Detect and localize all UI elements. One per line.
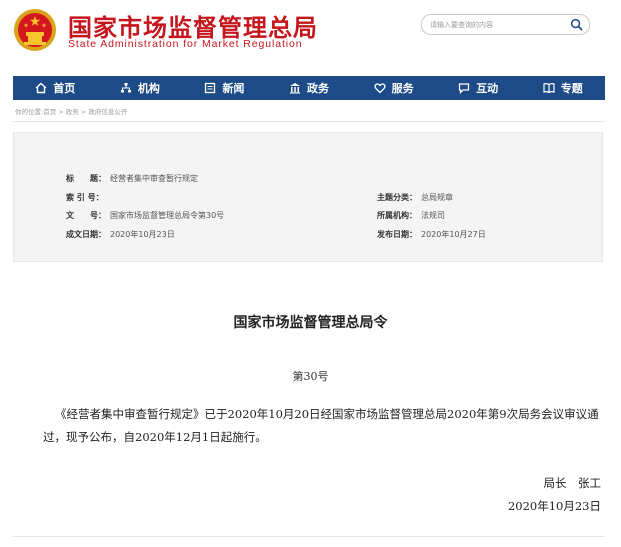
meta-label: 所属机构： bbox=[377, 211, 417, 220]
nav-item-home[interactable]: 首页 bbox=[13, 76, 98, 100]
search-input[interactable] bbox=[430, 17, 565, 32]
nav-item-government[interactable]: 政务 bbox=[267, 76, 352, 100]
org-chart-icon bbox=[120, 83, 131, 93]
meta-value: 国家市场监督管理总局令第30号 bbox=[110, 211, 225, 220]
meta-index: 索 引 号： bbox=[66, 192, 108, 203]
nav-item-label: 首页 bbox=[53, 82, 76, 95]
nav-item-label: 新闻 bbox=[222, 82, 245, 95]
document-date: 2020年10月23日 bbox=[507, 499, 601, 513]
chat-icon bbox=[459, 83, 470, 94]
meta-label: 文 号： bbox=[66, 211, 106, 220]
meta-label: 索 引 号： bbox=[66, 193, 104, 202]
nav-item-interaction[interactable]: 互动 bbox=[436, 76, 521, 100]
site-header: 国家市场监督管理总局 State Administration for Mark… bbox=[0, 0, 621, 70]
home-icon bbox=[35, 82, 47, 94]
meta-document-number: 文 号： 国家市场监督管理总局令第30号 bbox=[66, 210, 224, 221]
meta-value: 法规司 bbox=[421, 211, 445, 220]
search-box bbox=[421, 14, 590, 35]
meta-value: 经营者集中审查暂行规定 bbox=[110, 174, 198, 183]
document-heading: 国家市场监督管理总局令 bbox=[233, 315, 388, 331]
document-metadata: 标 题： 经营者集中审查暂行规定 索 引 号： 主题分类： 总局规章 文 号： 国家市… bbox=[13, 132, 603, 262]
breadcrumb[interactable]: 你的位置:首页 > 政务 > 政府信息公开 bbox=[15, 106, 127, 116]
nav-item-label: 专题 bbox=[560, 82, 583, 95]
meta-title: 标 题： 经营者集中审查暂行规定 bbox=[66, 173, 198, 184]
main-nav: 首页 机构 新闻 政务 服务 互动 专题 bbox=[13, 76, 605, 100]
government-icon bbox=[290, 83, 301, 94]
search-icon[interactable] bbox=[570, 18, 583, 31]
meta-label: 成文日期： bbox=[66, 230, 106, 239]
divider bbox=[13, 121, 605, 122]
meta-value: 总局规章 bbox=[421, 193, 453, 202]
site-subtitle: State Administration for Market Regulati… bbox=[68, 38, 303, 50]
nav-item-label: 政务 bbox=[307, 82, 330, 95]
meta-category: 主题分类： 总局规章 bbox=[377, 192, 453, 203]
meta-value: 2020年10月23日 bbox=[110, 230, 175, 239]
document-number: 第30号 bbox=[292, 370, 329, 383]
meta-value: 2020年10月27日 bbox=[421, 230, 486, 239]
nav-item-news[interactable]: 新闻 bbox=[182, 76, 267, 100]
divider bbox=[13, 536, 605, 537]
meta-label: 发布日期： bbox=[377, 230, 417, 239]
nav-item-topics[interactable]: 专题 bbox=[520, 76, 605, 100]
meta-created-date: 成文日期： 2020年10月23日 bbox=[66, 229, 175, 240]
document-body: 《经营者集中审查暂行规定》已于2020年10月20日经国家市场监督管理总局202… bbox=[43, 407, 599, 444]
nav-item-label: 机构 bbox=[137, 82, 160, 95]
nav-item-organization[interactable]: 机构 bbox=[98, 76, 183, 100]
nav-item-label: 服务 bbox=[391, 82, 414, 95]
meta-label: 主题分类： bbox=[377, 193, 417, 202]
national-emblem-icon[interactable] bbox=[13, 8, 57, 52]
nav-item-services[interactable]: 服务 bbox=[351, 76, 436, 100]
nav-item-label: 互动 bbox=[476, 82, 499, 95]
document-signer: 局长 张工 bbox=[543, 476, 602, 490]
newspaper-icon bbox=[205, 82, 216, 94]
heart-icon bbox=[374, 83, 386, 94]
book-icon bbox=[543, 83, 555, 94]
meta-agency: 所属机构： 法规司 bbox=[377, 210, 445, 221]
meta-label: 标 题： bbox=[66, 174, 106, 183]
meta-published-date: 发布日期： 2020年10月27日 bbox=[377, 229, 486, 240]
